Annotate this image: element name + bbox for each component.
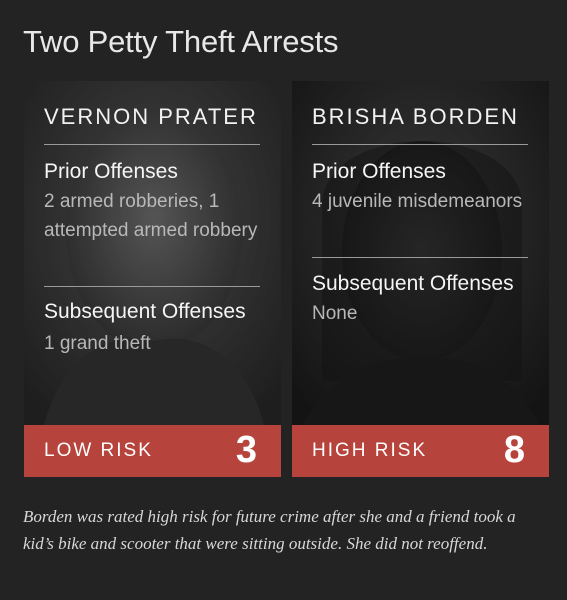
- subsequent-offenses-value: 1 grand theft: [44, 333, 151, 354]
- defendant-card-prater: VERNON PRATER Prior Offenses 2 armed rob…: [24, 81, 281, 477]
- risk-label: HIGH RISK: [312, 440, 428, 461]
- divider: [312, 144, 528, 145]
- divider: [312, 257, 528, 258]
- subsequent-offenses-label: Subsequent Offenses: [44, 300, 246, 323]
- risk-score: 8: [503, 429, 525, 471]
- risk-bar: HIGH RISK 8: [292, 425, 549, 477]
- divider: [44, 286, 260, 287]
- prior-offenses-value: 4 juvenile misdemeanors: [312, 191, 523, 212]
- prior-offenses-label: Prior Offenses: [44, 160, 178, 183]
- prior-offenses-value: 2 armed robberies, 1 attempted armed rob…: [44, 191, 258, 241]
- subsequent-offenses-label: Subsequent Offenses: [312, 272, 514, 295]
- page-title: Two Petty Theft Arrests: [23, 24, 339, 59]
- defendant-card-borden: BRISHA BORDEN Prior Offenses 4 juvenile …: [292, 81, 549, 477]
- risk-label: LOW RISK: [44, 440, 153, 461]
- caption: Borden was rated high risk for future cr…: [23, 507, 516, 553]
- subsequent-offenses-value: None: [312, 303, 358, 324]
- prior-offenses-label: Prior Offenses: [312, 160, 446, 183]
- divider: [44, 144, 260, 145]
- risk-score: 3: [235, 429, 257, 471]
- risk-bar: LOW RISK 3: [24, 425, 281, 477]
- defendant-name: VERNON PRATER: [44, 104, 258, 129]
- defendant-name: BRISHA BORDEN: [312, 104, 519, 129]
